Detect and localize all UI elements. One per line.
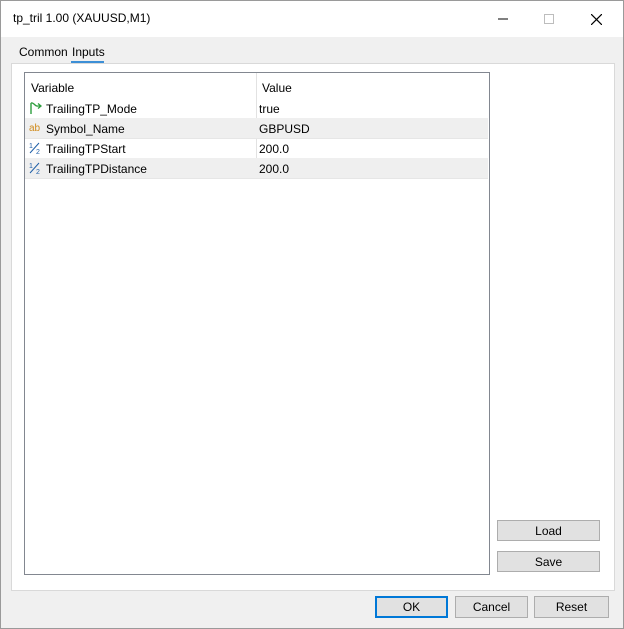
variable-value[interactable]: 200.0 xyxy=(259,142,289,156)
inputs-grid: Variable Value TrailingTP_Mode true ab S… xyxy=(24,72,490,575)
cancel-button[interactable]: Cancel xyxy=(455,596,528,618)
svg-text:ab: ab xyxy=(29,123,41,134)
boolean-flag-icon xyxy=(29,101,43,115)
column-header-variable[interactable]: Variable xyxy=(31,81,74,95)
reset-button[interactable]: Reset xyxy=(534,596,609,618)
table-row[interactable]: 1 2 TrailingTPDistance 200.0 xyxy=(25,158,488,179)
table-row[interactable]: TrailingTP_Mode true xyxy=(25,98,488,119)
load-button[interactable]: Load xyxy=(497,520,600,541)
svg-text:1: 1 xyxy=(29,143,33,150)
column-header-value[interactable]: Value xyxy=(262,81,292,95)
minimize-button[interactable] xyxy=(480,1,526,37)
ok-button[interactable]: OK xyxy=(375,596,448,618)
variable-name: TrailingTPStart xyxy=(46,142,126,156)
string-ab-icon: ab xyxy=(29,121,43,135)
active-tab-indicator xyxy=(71,61,104,63)
table-row[interactable]: ab Symbol_Name GBPUSD xyxy=(25,118,488,139)
svg-text:2: 2 xyxy=(36,169,40,175)
grid-header: Variable Value xyxy=(25,73,489,98)
double-half-icon: 1 2 xyxy=(29,161,43,176)
table-row[interactable]: 1 2 TrailingTPStart 200.0 xyxy=(25,138,488,159)
variable-name: TrailingTPDistance xyxy=(46,162,147,176)
variable-value[interactable]: true xyxy=(259,102,280,116)
maximize-icon xyxy=(544,14,554,24)
close-icon xyxy=(590,13,602,25)
variable-value[interactable]: GBPUSD xyxy=(259,122,310,136)
tab-common[interactable]: Common xyxy=(19,45,68,59)
variable-value[interactable]: 200.0 xyxy=(259,162,289,176)
dialog-window: tp_tril 1.00 (XAUUSD,M1) Common Inputs V… xyxy=(0,0,624,629)
minimize-icon xyxy=(498,18,508,20)
variable-name: TrailingTP_Mode xyxy=(46,102,137,116)
double-half-icon: 1 2 xyxy=(29,141,43,156)
window-title: tp_tril 1.00 (XAUUSD,M1) xyxy=(13,11,151,25)
variable-name: Symbol_Name xyxy=(46,122,125,136)
maximize-button xyxy=(526,1,572,37)
save-button[interactable]: Save xyxy=(497,551,600,572)
tab-inputs[interactable]: Inputs xyxy=(72,45,105,59)
title-bar[interactable]: tp_tril 1.00 (XAUUSD,M1) xyxy=(1,1,623,37)
close-button[interactable] xyxy=(573,1,619,37)
svg-text:2: 2 xyxy=(36,149,40,155)
svg-text:1: 1 xyxy=(29,163,33,170)
